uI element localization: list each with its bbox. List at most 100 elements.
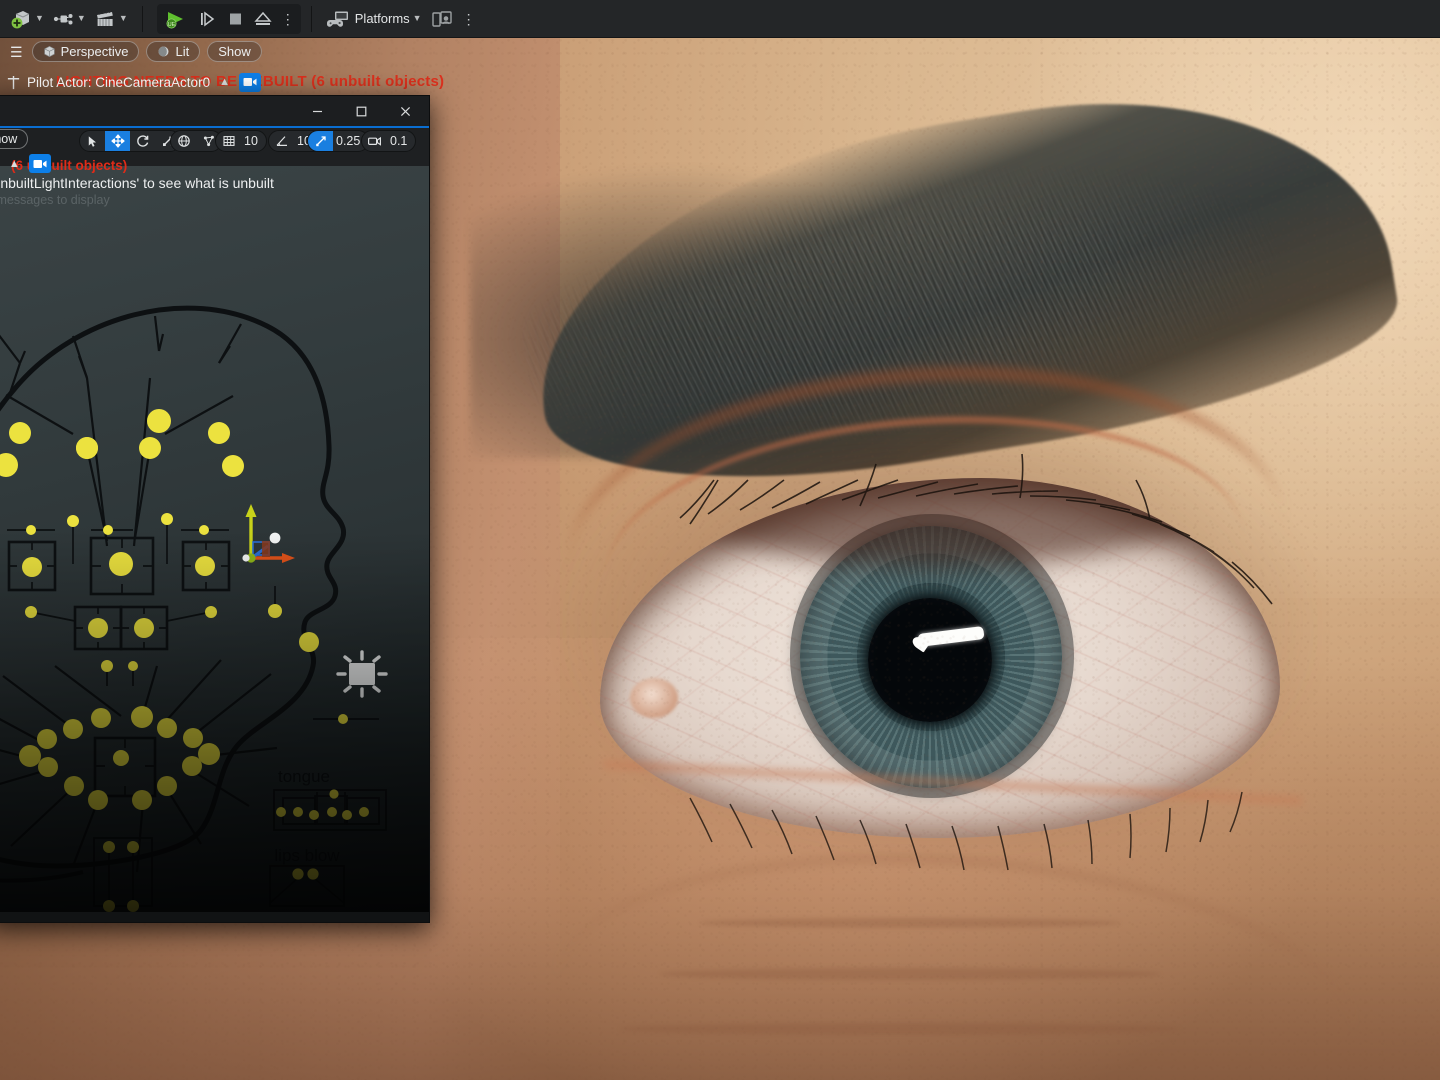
eject-button[interactable] [249,5,277,33]
pilot-actor-bar: Pilot Actor: CineCameraActor0 ▲ [0,70,267,94]
brow-control-dots [0,409,244,477]
viewport-perspective-label: Perspective [60,44,129,59]
scale-snap-group: 0.25 [307,130,370,152]
viewport-viewmode-button[interactable]: Lit [146,41,201,62]
eject-pilot-icon[interactable]: ▲ [216,76,233,88]
rotate-gizmo-icon [136,135,148,147]
play-controls-group: UE ⋮ [156,3,301,34]
toolbar-divider [310,5,312,32]
toolbar-divider [141,5,143,32]
child-pilot-row: ctor1 ▲ [0,154,51,173]
child-camera-chip-icon[interactable] [28,154,51,173]
mouth-center-box [93,736,157,798]
camera-speed-value[interactable]: 0.1 [387,131,415,151]
grid-snap-value[interactable]: 10 [241,131,266,151]
world-globe-icon [177,135,190,147]
platforms-options-button[interactable]: ⋮ [458,5,480,33]
scale-snap-button[interactable] [308,131,333,151]
tongue-label: tongue [278,767,330,786]
sequencer-clapboard-icon [96,9,113,26]
chevron-down-icon: ▼ [118,13,128,23]
viewport-menu-icon[interactable]: ☰ [8,45,25,59]
platforms-gamepad-icon [326,11,348,27]
camera-speed-button[interactable] [362,131,387,151]
grid-snap-button[interactable] [216,131,241,151]
maximize-icon [356,106,366,116]
pilot-move-icon [7,75,20,89]
skip-frame-button[interactable] [193,5,221,33]
angle-snap-button[interactable] [269,131,294,151]
platforms-label: Platforms [354,11,410,26]
child-show-button[interactable]: Show [0,129,29,149]
rotate-tool-button[interactable] [130,131,155,151]
control-rig-graphics: .ln { stroke:#0d1012; stroke-width:2.2; … [0,305,387,922]
blueprint-graph-icon [53,13,73,24]
lips-blow-group: lips blow [269,846,345,907]
play-in-editor-icon: UE [166,11,183,28]
close-button[interactable] [383,96,427,126]
viewport-viewmode-label: Lit [175,44,190,59]
play-in-editor-button[interactable]: UE [159,5,193,33]
camera-chip-icon[interactable] [238,72,261,92]
translate-gizmo-3d-icon [242,504,295,563]
platforms-kebab-icon: ⋮ [461,10,476,27]
lit-sphere-icon [158,46,169,57]
nose-controls [101,660,138,686]
eject-icon [254,11,272,25]
cinematics-button[interactable]: ▼ [90,5,132,33]
maximize-button[interactable] [339,96,383,126]
side-slider-control [313,714,379,724]
brow-spokes [0,315,242,547]
minimize-button[interactable] [295,96,339,126]
child-window-titlebar[interactable] [0,96,429,126]
child-viewport-toolbar: Show [0,128,429,156]
blueprints-button[interactable]: ▼ [48,5,90,33]
chevron-down-icon: ▼ [35,13,44,23]
svg-text:UE: UE [168,21,176,27]
chevron-down-icon: ▼ [76,13,86,23]
surface-snap-icon [203,135,214,147]
translate-gizmo-icon [110,134,125,148]
viewport-show-button[interactable]: Show [207,41,262,62]
platforms-button[interactable]: Platforms ▼ [322,5,426,33]
toolbar-group-play: UE ⋮ [147,0,307,37]
child-unbuilt-hint: umpUnbuiltLightInteractions' to see what… [0,175,274,191]
translate-tool-button[interactable] [105,131,130,151]
stop-icon [229,13,241,24]
launch-device-icon [431,10,452,27]
cheek-control-boxes [25,586,282,651]
eye-control-boxes [7,513,231,596]
select-arrow-icon [88,135,97,147]
chevron-down-icon: ▼ [412,13,422,23]
add-content-button[interactable]: ▼ [6,5,48,33]
grid-snap-group: 10 [215,130,267,152]
play-options-button[interactable]: ⋮ [277,5,299,33]
transform-tools-group [79,130,181,152]
viewport-header: ☰ Perspective Lit Show [0,38,270,65]
main-toolbar: ▼ ▼ ▼ UE ⋮ Platforms ▼ ⋮ [0,0,1440,38]
grid-snap-icon [222,136,235,146]
viewport-perspective-button[interactable]: Perspective [31,41,140,62]
floating-viewport-window[interactable]: Show [0,95,430,923]
rect-light-gizmo[interactable] [334,648,390,704]
tongue-group: tongue [273,767,387,831]
skip-frame-icon [200,11,215,26]
stop-button[interactable] [221,5,249,33]
screenshot-root: ▼ ▼ ▼ UE ⋮ Platforms ▼ ⋮ ☰ Perspective L… [0,0,1440,1080]
jaw-control-group [93,837,153,912]
control-rig-board[interactable]: .ln { stroke:#0d1012; stroke-width:2.2; … [0,166,429,922]
minimize-icon [312,110,322,112]
child-eject-pilot-icon[interactable]: ▲ [6,158,23,170]
video-camera-icon [243,78,257,86]
select-tool-button[interactable] [80,131,105,151]
launch-device-button[interactable] [426,5,458,33]
toolbar-group-platforms: Platforms ▼ ⋮ [316,0,486,37]
perspective-cube-icon [43,46,55,57]
pilot-actor-label: Pilot Actor: CineCameraActor0 [27,74,211,90]
light-billboard-icon [336,650,388,698]
transform-gizmo[interactable] [239,500,301,566]
child-faint-message: No messages to display [0,193,110,207]
play-options-kebab-icon: ⋮ [280,10,295,27]
close-icon [400,106,410,116]
world-space-button[interactable] [171,131,196,151]
